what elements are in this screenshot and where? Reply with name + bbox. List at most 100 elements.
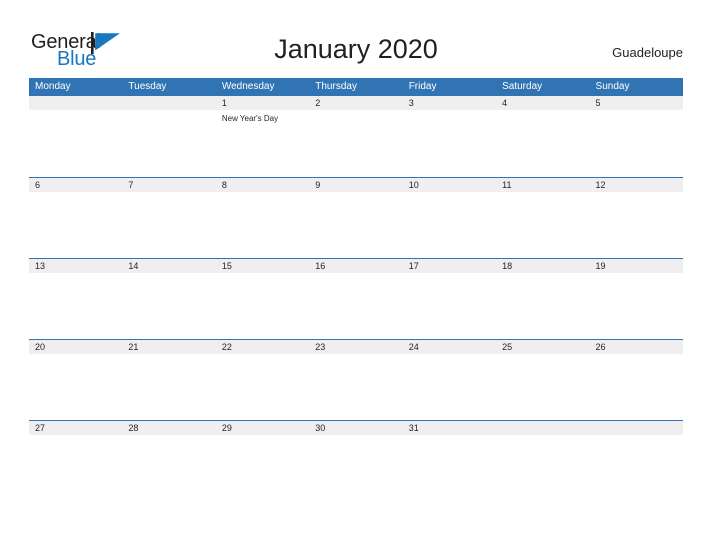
weekday-header-wednesday: Wednesday [221, 81, 275, 92]
day-number-strip [29, 96, 123, 110]
day-number: 31 [408, 423, 419, 433]
day-number: 19 [595, 261, 606, 271]
day-number-strip [122, 96, 216, 110]
calendar-day-cell[interactable]: 7 [122, 178, 216, 258]
calendar-day-cell[interactable]: 26 [589, 340, 683, 420]
day-number: 18 [502, 261, 513, 271]
calendar-day-cell-empty [122, 96, 216, 177]
day-number: 28 [128, 423, 139, 433]
calendar-day-cell[interactable]: 14 [122, 259, 216, 339]
day-number: 29 [221, 423, 232, 433]
calendar-day-cell[interactable]: 10 [402, 178, 497, 258]
holiday-event-label: New Year's Day [221, 114, 279, 123]
day-number: 11 [502, 180, 512, 190]
day-number: 13 [35, 261, 46, 271]
day-number-strip [496, 421, 590, 435]
day-number: 21 [128, 342, 139, 352]
weekday-header-monday: Monday [35, 81, 71, 92]
calendar-day-cell[interactable]: 4 [496, 96, 590, 177]
calendar-day-cell[interactable]: 24 [402, 340, 497, 420]
page-title: January 2020 [274, 34, 438, 64]
day-number: 20 [35, 342, 46, 352]
calendar-day-cell[interactable]: 19 [589, 259, 683, 339]
calendar-day-cell[interactable]: 21 [122, 340, 216, 420]
day-number: 7 [128, 180, 134, 190]
calendar-day-cell[interactable]: 15 [215, 259, 310, 339]
day-number-strip [215, 96, 310, 110]
day-number: 22 [221, 342, 232, 352]
day-number: 1 [221, 98, 227, 108]
weekday-header-sunday: Sunday [595, 81, 630, 92]
day-number: 23 [315, 342, 326, 352]
day-number: 24 [408, 342, 419, 352]
calendar-grid: Monday Tuesday Wednesday Thursday Friday Satu… [29, 78, 683, 501]
calendar-day-cell[interactable]: 13 [29, 259, 123, 339]
day-number-strip [309, 178, 403, 192]
day-number: 30 [315, 423, 326, 433]
calendar-day-cell[interactable]: 2 [309, 96, 403, 177]
day-number-strip [589, 421, 683, 435]
calendar-day-cell[interactable]: 3 [402, 96, 497, 177]
calendar-day-cell[interactable]: 17 [402, 259, 497, 339]
calendar-day-cell[interactable]: 28 [122, 421, 216, 501]
weekday-header-friday: Friday [408, 81, 437, 92]
calendar-day-cell[interactable]: 5 [589, 96, 683, 177]
calendar-day-cell[interactable]: 9 [309, 178, 403, 258]
day-number: 8 [221, 180, 227, 190]
page-header: General Blue January 2020 Guadeloupe [0, 0, 712, 76]
calendar-day-cell[interactable]: 27 [29, 421, 123, 501]
calendar-day-cell[interactable]: 30 [309, 421, 403, 501]
calendar-day-cell[interactable]: 6 [29, 178, 123, 258]
calendar-week-row: 20 21 22 23 24 25 26 [29, 339, 683, 420]
calendar-day-cell[interactable]: 1 New Year's Day [215, 96, 310, 177]
weekday-header-row: Monday Tuesday Wednesday Thursday Friday Satu… [29, 78, 683, 96]
day-number: 6 [35, 180, 41, 190]
calendar-week-row: 6 7 8 9 10 11 12 [29, 177, 683, 258]
day-number: 15 [221, 261, 232, 271]
day-number-strip [215, 178, 310, 192]
location-label: Guadeloupe [612, 45, 683, 60]
day-number-strip [589, 96, 683, 110]
day-number-strip [402, 96, 497, 110]
calendar-day-cell[interactable]: 12 [589, 178, 683, 258]
day-number: 2 [315, 98, 321, 108]
day-number-strip [309, 96, 403, 110]
calendar-day-cell[interactable]: 23 [309, 340, 403, 420]
calendar-week-row: 27 28 29 30 31 [29, 420, 683, 501]
calendar-day-cell[interactable]: 11 [496, 178, 590, 258]
calendar-day-cell-empty [496, 421, 590, 501]
day-number: 9 [315, 180, 321, 190]
day-number: 14 [128, 261, 139, 271]
calendar-day-cell[interactable]: 29 [215, 421, 310, 501]
day-number: 3 [408, 98, 414, 108]
day-number-strip [496, 96, 590, 110]
day-number-strip [122, 178, 216, 192]
calendar-page: General Blue January 2020 Guadeloupe Mon… [0, 0, 712, 550]
calendar-week-row: 13 14 15 16 17 18 19 [29, 258, 683, 339]
calendar-day-cell[interactable]: 25 [496, 340, 590, 420]
calendar-day-cell[interactable]: 31 [402, 421, 497, 501]
day-number: 5 [595, 98, 601, 108]
day-number-strip [29, 178, 123, 192]
calendar-weeks: 1 New Year's Day 2 3 4 5 6 7 8 9 10 11 12 13 14 15 16 17 1… [29, 96, 683, 501]
calendar-day-cell[interactable]: 8 [215, 178, 310, 258]
day-events: New Year's Day [222, 113, 306, 125]
day-number: 16 [315, 261, 326, 271]
day-number: 26 [595, 342, 606, 352]
day-number: 27 [35, 423, 46, 433]
weekday-header-tuesday: Tuesday [128, 81, 167, 92]
day-number: 25 [502, 342, 513, 352]
calendar-week-row: 1 New Year's Day 2 3 4 5 [29, 96, 683, 177]
calendar-day-cell[interactable]: 16 [309, 259, 403, 339]
calendar-day-cell[interactable]: 22 [215, 340, 310, 420]
day-number: 12 [595, 180, 606, 190]
weekday-header-saturday: Saturday [502, 81, 543, 92]
calendar-day-cell[interactable]: 18 [496, 259, 590, 339]
calendar-day-cell[interactable]: 20 [29, 340, 123, 420]
calendar-day-cell-empty [589, 421, 683, 501]
weekday-header-thursday: Thursday [315, 81, 357, 92]
day-number: 4 [502, 98, 508, 108]
day-number: 10 [408, 180, 419, 190]
day-number: 17 [408, 261, 419, 271]
calendar-day-cell-empty [29, 96, 123, 177]
